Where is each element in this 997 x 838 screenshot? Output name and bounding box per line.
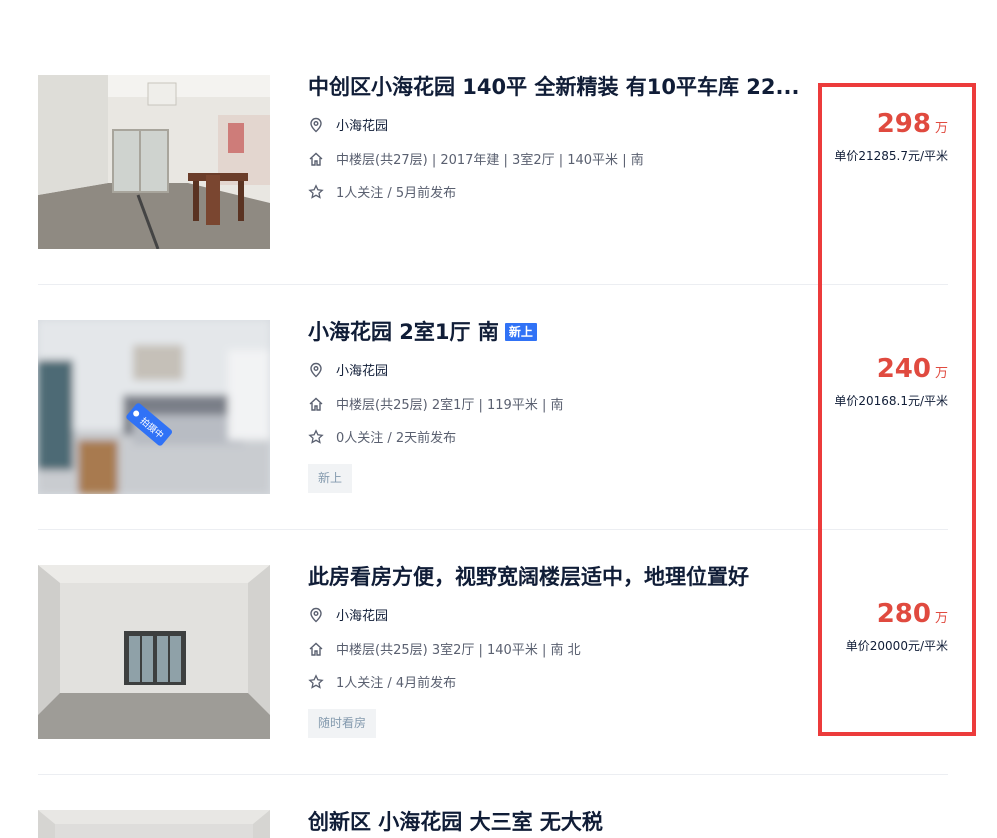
price-column-highlight (818, 83, 976, 736)
house-icon (309, 152, 323, 166)
location-pin-icon (310, 607, 322, 623)
listing-house-info-row-2: 中楼层(共25层) 2室1厅 | 119平米 | 南 (308, 396, 563, 415)
listing-page: 中创区小海花园 140平 全新精装 有10平车库 22... 小海花园 中楼层(… (0, 0, 997, 838)
listing-title-4[interactable]: 创新区 小海花园 大三室 无大税 (308, 810, 603, 836)
listing-tag: 新上 (308, 464, 353, 493)
listing-community-link-3[interactable]: 小海花园 (336, 609, 388, 624)
listing-divider (38, 529, 948, 530)
star-icon (308, 429, 324, 444)
listing-house-info-row-3: 中楼层(共25层) 3室2厅 | 140平米 | 南 北 (308, 641, 581, 660)
room-photo-dining (38, 75, 270, 249)
listing-follow-info-2: 0人关注 / 2天前发布 (336, 431, 457, 446)
star-icon (308, 184, 324, 199)
listing-community-row-1: 小海花园 (308, 117, 388, 136)
listing-house-info-2: 中楼层(共25层) 2室1厅 | 119平米 | 南 (336, 398, 564, 413)
listing-photo-3[interactable] (38, 565, 270, 739)
listing-house-info-row-1: 中楼层(共27层) | 2017年建 | 3室2厅 | 140平米 | 南 (308, 151, 644, 170)
room-photo-placeholder: 拍摄中 (38, 320, 270, 494)
listing-house-info-1: 中楼层(共27层) | 2017年建 | 3室2厅 | 140平米 | 南 (336, 153, 644, 168)
listing-card-4[interactable]: 创新区 小海花园 大三室 无大税 (38, 810, 948, 838)
listing-tag: 随时看房 (308, 709, 377, 738)
room-photo-partial (38, 810, 270, 838)
house-icon (309, 397, 323, 411)
listing-title-text-2[interactable]: 小海花园 2室1厅 南 (308, 320, 499, 344)
house-icon (309, 642, 323, 656)
room-photo-empty (38, 565, 270, 739)
listing-community-link-2[interactable]: 小海花园 (336, 364, 388, 379)
listing-community-link-1[interactable]: 小海花园 (336, 119, 388, 134)
listing-follow-info-3: 1人关注 / 4月前发布 (336, 676, 457, 691)
listing-divider (38, 284, 948, 285)
listing-title-2[interactable]: 小海花园 2室1厅 南新上 (308, 318, 537, 346)
listing-photo-1[interactable] (38, 75, 270, 249)
listing-divider (38, 774, 948, 775)
listing-community-row-2: 小海花园 (308, 362, 388, 381)
listing-community-row-3: 小海花园 (308, 607, 388, 626)
new-listing-badge: 新上 (504, 323, 537, 341)
listing-title-3[interactable]: 此房看房方便，视野宽阔楼层适中，地理位置好 (308, 563, 749, 591)
listing-photo-2[interactable]: 拍摄中 (38, 320, 270, 494)
listing-follow-info-1: 1人关注 / 5月前发布 (336, 186, 457, 201)
location-pin-icon (310, 117, 322, 133)
listing-follow-row-2: 0人关注 / 2天前发布 (308, 429, 456, 448)
listing-follow-row-1: 1人关注 / 5月前发布 (308, 184, 456, 203)
star-icon (308, 674, 324, 689)
listing-title-1[interactable]: 中创区小海花园 140平 全新精装 有10平车库 22... (308, 73, 799, 101)
location-pin-icon (310, 362, 322, 378)
listing-follow-row-3: 1人关注 / 4月前发布 (308, 674, 456, 693)
listing-photo-4[interactable] (38, 810, 270, 838)
listing-house-info-3: 中楼层(共25层) 3室2厅 | 140平米 | 南 北 (336, 643, 581, 658)
